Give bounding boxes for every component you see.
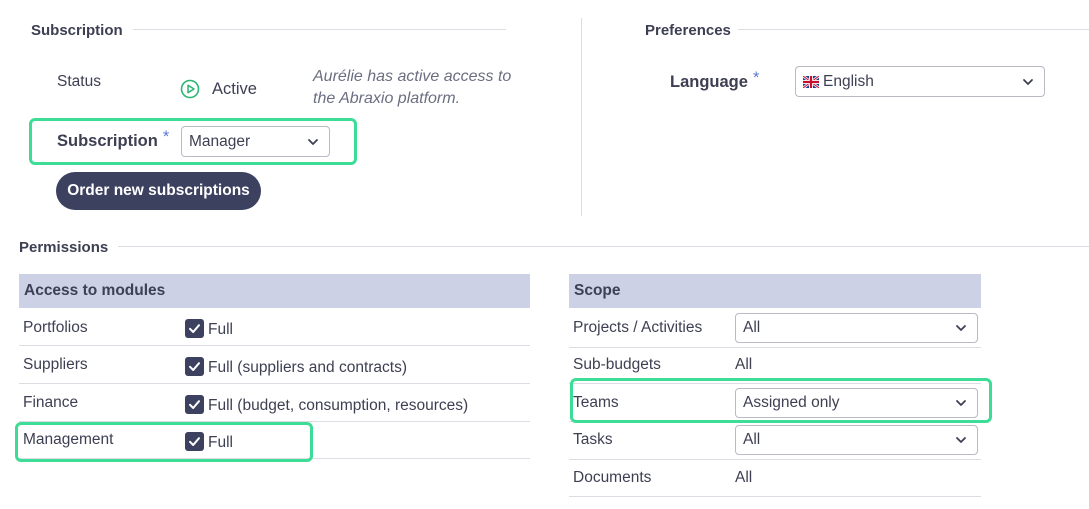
- preferences-title-divider: [738, 29, 1089, 30]
- scope-select-value: Assigned only: [743, 394, 840, 411]
- module-value-suppliers: Full (suppliers and contracts): [208, 359, 407, 376]
- row-divider: [19, 421, 530, 422]
- subscription-label-text: Subscription: [57, 132, 158, 150]
- module-name-finance: Finance: [23, 394, 79, 411]
- module-value-management: Full: [208, 434, 233, 451]
- subscription-select[interactable]: Manager: [181, 126, 330, 157]
- module-checkbox-suppliers[interactable]: [185, 357, 204, 376]
- language-select[interactable]: English: [795, 66, 1045, 97]
- row-divider: [569, 496, 981, 497]
- check-icon: [189, 437, 200, 446]
- scope-value-sub-budgets: All: [735, 356, 753, 373]
- module-value-finance: Full (budget, consumption, resources): [208, 397, 469, 414]
- language-label-text: Language: [670, 73, 748, 91]
- play-circle-icon: [180, 79, 200, 99]
- row-divider: [19, 383, 530, 384]
- uk-flag-icon: [803, 75, 819, 88]
- module-name-portfolios: Portfolios: [23, 319, 88, 336]
- row-divider: [569, 383, 981, 384]
- scope-name-teams: Teams: [573, 394, 619, 411]
- row-divider: [569, 421, 981, 422]
- module-value-portfolios: Full: [208, 321, 233, 338]
- subscription-select-value: Manager: [189, 132, 251, 150]
- chevron-down-icon: [956, 437, 966, 443]
- scope-value-documents: All: [735, 469, 753, 486]
- row-divider: [19, 345, 530, 346]
- chevron-down-icon: [956, 325, 966, 331]
- chevron-down-icon: [308, 138, 318, 145]
- scope-select-value: All: [743, 431, 761, 448]
- scope-select-value: All: [743, 319, 761, 336]
- scope-name-tasks: Tasks: [573, 431, 613, 448]
- check-icon: [189, 362, 200, 371]
- language-select-value: English: [803, 73, 874, 91]
- section-vertical-divider: [581, 18, 582, 216]
- permissions-section-title: Permissions: [19, 239, 109, 256]
- scope-name-sub-budgets: Sub-budgets: [573, 356, 661, 373]
- scope-table-header: Scope: [569, 274, 981, 308]
- module-checkbox-portfolios[interactable]: [185, 319, 204, 338]
- scope-name-projects-activities: Projects / Activities: [573, 319, 703, 336]
- required-asterisk: *: [752, 69, 760, 87]
- status-note: Aurélie has active access to the Abraxio…: [313, 68, 512, 107]
- module-checkbox-management[interactable]: [185, 432, 204, 451]
- language-field-label: Language *: [670, 69, 759, 92]
- row-divider: [569, 459, 981, 460]
- module-name-suppliers: Suppliers: [23, 356, 88, 373]
- preferences-section-title: Preferences: [645, 22, 731, 39]
- row-divider: [569, 347, 981, 348]
- chevron-down-icon: [956, 400, 966, 406]
- permissions-title-divider: [118, 246, 1089, 247]
- check-icon: [189, 400, 200, 409]
- scope-select-teams[interactable]: Assigned only: [735, 388, 978, 418]
- modules-table-header: Access to modules: [19, 274, 530, 308]
- subscription-field-label: Subscription *: [57, 128, 169, 151]
- order-new-subscriptions-button[interactable]: Order new subscriptions: [56, 172, 261, 210]
- subscription-section-title: Subscription: [31, 22, 123, 39]
- status-value: Active: [212, 80, 257, 98]
- scope-select-tasks[interactable]: All: [735, 425, 978, 455]
- row-divider: [19, 458, 530, 459]
- check-icon: [189, 324, 200, 333]
- required-asterisk: *: [162, 128, 170, 146]
- language-value-text: English: [823, 72, 874, 90]
- module-name-management: Management: [23, 431, 114, 448]
- scope-name-documents: Documents: [573, 469, 652, 486]
- chevron-down-icon: [1023, 78, 1033, 85]
- status-label: Status: [57, 73, 101, 90]
- scope-select-projects-activities[interactable]: All: [735, 313, 978, 343]
- subscription-title-divider: [133, 29, 506, 30]
- module-checkbox-finance[interactable]: [185, 395, 204, 414]
